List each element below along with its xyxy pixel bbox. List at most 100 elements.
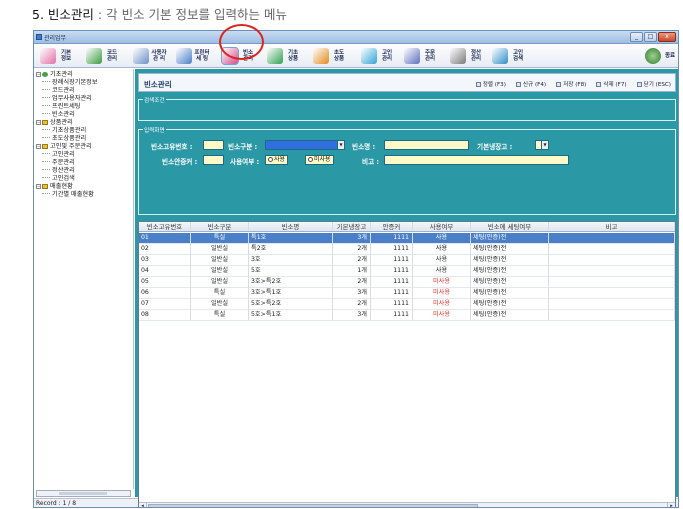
- initial-product-icon: [313, 48, 329, 64]
- scroll-right-icon[interactable]: ▸: [667, 503, 675, 507]
- toolbar-settlement-manage-button[interactable]: 정산 관리: [450, 47, 484, 65]
- tree-item[interactable]: 코드관리: [42, 87, 75, 95]
- tree-item[interactable]: 기간별 매출현황: [42, 191, 94, 199]
- table-row[interactable]: 04 일반실 5호 1개 1111 사용 세팅(안증)전: [139, 266, 675, 277]
- toolbar-basic-info-button[interactable]: 기본 정보: [40, 47, 74, 65]
- cell-ash: 1111: [371, 244, 413, 255]
- exit-icon: [645, 48, 661, 64]
- column-header[interactable]: 사용여부: [413, 222, 471, 231]
- tree-item[interactable]: 프린트세팅: [42, 103, 80, 111]
- tree-item-label: 정산관리: [52, 167, 75, 174]
- action-label: 저장 (F8): [563, 82, 587, 88]
- table-row[interactable]: 02 일반실 특2호 2개 1111 사용 세팅(안증)전: [139, 244, 675, 255]
- cell-ash: 1111: [371, 288, 413, 299]
- table-row[interactable]: 03 일반실 3호 2개 1111 사용 세팅(안증)전: [139, 255, 675, 266]
- collapse-icon[interactable]: −: [36, 120, 41, 125]
- tree-item[interactable]: 고인검색: [42, 175, 75, 183]
- tree-item[interactable]: 기초상품관리: [42, 127, 86, 135]
- fridge-select[interactable]: ▼: [535, 140, 549, 150]
- collapse-icon[interactable]: −: [36, 184, 41, 189]
- tree-group[interactable]: − 고인및 주문관리: [36, 143, 92, 151]
- main-panel: 빈소관리 정렬 (F3) 신규 (F4) 저장 (F8) 삭제 (F7) 닫기 (ESC…: [135, 69, 678, 507]
- tree-group-label: 고인및 주문관리: [50, 143, 92, 150]
- column-header[interactable]: 안증커: [371, 222, 413, 231]
- type-select[interactable]: ▼: [265, 140, 345, 150]
- name-field[interactable]: [384, 140, 469, 150]
- toolbar-code-manage-button[interactable]: 코드 관리: [86, 47, 120, 65]
- cell-fridge: 1개: [333, 266, 371, 277]
- tree-item[interactable]: 주문관리: [42, 159, 75, 167]
- cell-setting: 세팅(안증)전: [471, 255, 549, 266]
- tree-horizontal-scrollbar[interactable]: [36, 490, 131, 497]
- maximize-button[interactable]: □: [644, 32, 657, 42]
- tree-connector: [42, 129, 50, 130]
- toolbar-printer-setting-button[interactable]: 프린터 세 팅: [176, 47, 210, 65]
- tree-item[interactable]: 업무사용자관리: [42, 95, 92, 103]
- column-header[interactable]: 기본냉장고: [333, 222, 371, 231]
- action-label: 정렬 (F3): [482, 82, 506, 88]
- minimize-button[interactable]: _: [630, 32, 643, 42]
- collapse-icon[interactable]: −: [36, 144, 41, 149]
- toolbar-initial-product-button[interactable]: 초도 상품: [313, 47, 347, 65]
- toolbar-order-manage-button[interactable]: 주문 관리: [404, 47, 438, 65]
- cell-ash: 1111: [371, 233, 413, 244]
- tree-group[interactable]: − 기초관리: [36, 71, 73, 79]
- tree-item-label: 빈소관리: [52, 111, 75, 118]
- room-grid: 빈소고유번호 빈소구분 빈소명 기본냉장고 안증커 사용여부 빈소에 세팅여부 비고 01 특실 특…: [138, 221, 676, 507]
- toolbar-button-label: 주문 관리: [424, 49, 436, 63]
- table-row[interactable]: 01 특실 특1호 3개 1111 사용 세팅(안증)전: [139, 233, 675, 244]
- toolbar-button-label: 코드 관리: [106, 49, 118, 63]
- tree-item[interactable]: 빈소관리: [42, 111, 75, 119]
- tree-item-label: 고인관리: [52, 151, 75, 158]
- cell-code: 04: [139, 266, 191, 277]
- input-legend: 입력화면: [143, 126, 166, 134]
- close-action-button[interactable]: 닫기 (ESC): [636, 80, 671, 88]
- panel-title: 빈소관리: [144, 80, 172, 89]
- chevron-down-icon[interactable]: ▼: [337, 141, 344, 149]
- grid-horizontal-scrollbar[interactable]: ◂ ▸: [139, 502, 675, 507]
- table-row[interactable]: 08 특실 5호>특1호 3개 1111 미사용 세팅(안증)전: [139, 310, 675, 321]
- tree-group[interactable]: − 매출현황: [36, 183, 73, 191]
- table-row[interactable]: 06 특실 3호>특1호 3개 1111 미사용 세팅(안증)전: [139, 288, 675, 299]
- scroll-thumb[interactable]: [59, 492, 107, 495]
- toolbar-user-manage-button[interactable]: 사용자 관 리: [133, 47, 167, 65]
- collapse-icon[interactable]: −: [36, 72, 41, 77]
- sort-action-button[interactable]: 정렬 (F3): [475, 80, 506, 88]
- column-header[interactable]: 빈소구분: [191, 222, 249, 231]
- code-field[interactable]: [203, 140, 224, 150]
- toolbar-button-label: 초도 상품: [333, 49, 345, 63]
- save-action-button[interactable]: 저장 (F8): [556, 80, 586, 88]
- toolbar-deceased-manage-button[interactable]: 고인 관리: [361, 47, 395, 65]
- close-button[interactable]: x: [658, 32, 676, 42]
- table-row[interactable]: 07 일반실 5호>특2호 2개 1111 미사용 세팅(안증)전: [139, 299, 675, 310]
- tree-item[interactable]: 정산관리: [42, 167, 75, 175]
- new-action-button[interactable]: 신규 (F4): [515, 80, 546, 88]
- delete-action-button[interactable]: 삭제 (F7): [596, 80, 627, 88]
- use-yes-radio[interactable]: 사용: [265, 155, 289, 165]
- table-row[interactable]: 05 일반실 3호>특2호 2개 1111 미사용 세팅(안증)전: [139, 277, 675, 288]
- cell-use: 미사용: [413, 310, 471, 321]
- tree-item[interactable]: 장례식장기본정보: [42, 79, 98, 87]
- column-header[interactable]: 빈소명: [249, 222, 333, 231]
- cell-name: 5호: [249, 266, 333, 277]
- exit-button[interactable]: 종료: [645, 47, 677, 65]
- scroll-thumb[interactable]: [148, 504, 478, 507]
- cell-code: 05: [139, 277, 191, 288]
- tree-item[interactable]: 고인관리: [42, 151, 75, 159]
- use-label: 사용여부 :: [230, 158, 260, 166]
- tree-group[interactable]: − 상품관리: [36, 119, 73, 127]
- use-no-radio[interactable]: 미사용: [305, 155, 334, 165]
- column-header[interactable]: 비고: [549, 222, 675, 231]
- chevron-down-icon[interactable]: ▼: [541, 141, 548, 149]
- column-header[interactable]: 빈소고유번호: [139, 222, 191, 231]
- cell-fridge: 2개: [333, 299, 371, 310]
- cell-code: 02: [139, 244, 191, 255]
- note-field[interactable]: [384, 155, 569, 165]
- scroll-left-icon[interactable]: ◂: [139, 503, 147, 507]
- toolbar-button-label: 기본 정보: [60, 49, 72, 63]
- toolbar-deceased-search-button[interactable]: 고인 검색: [492, 47, 526, 65]
- cremation-field[interactable]: [203, 155, 224, 165]
- toolbar-base-product-button[interactable]: 기초 상품: [267, 47, 301, 65]
- tree-item[interactable]: 초도상품관리: [42, 135, 86, 143]
- column-header[interactable]: 빈소에 세팅여부: [471, 222, 549, 231]
